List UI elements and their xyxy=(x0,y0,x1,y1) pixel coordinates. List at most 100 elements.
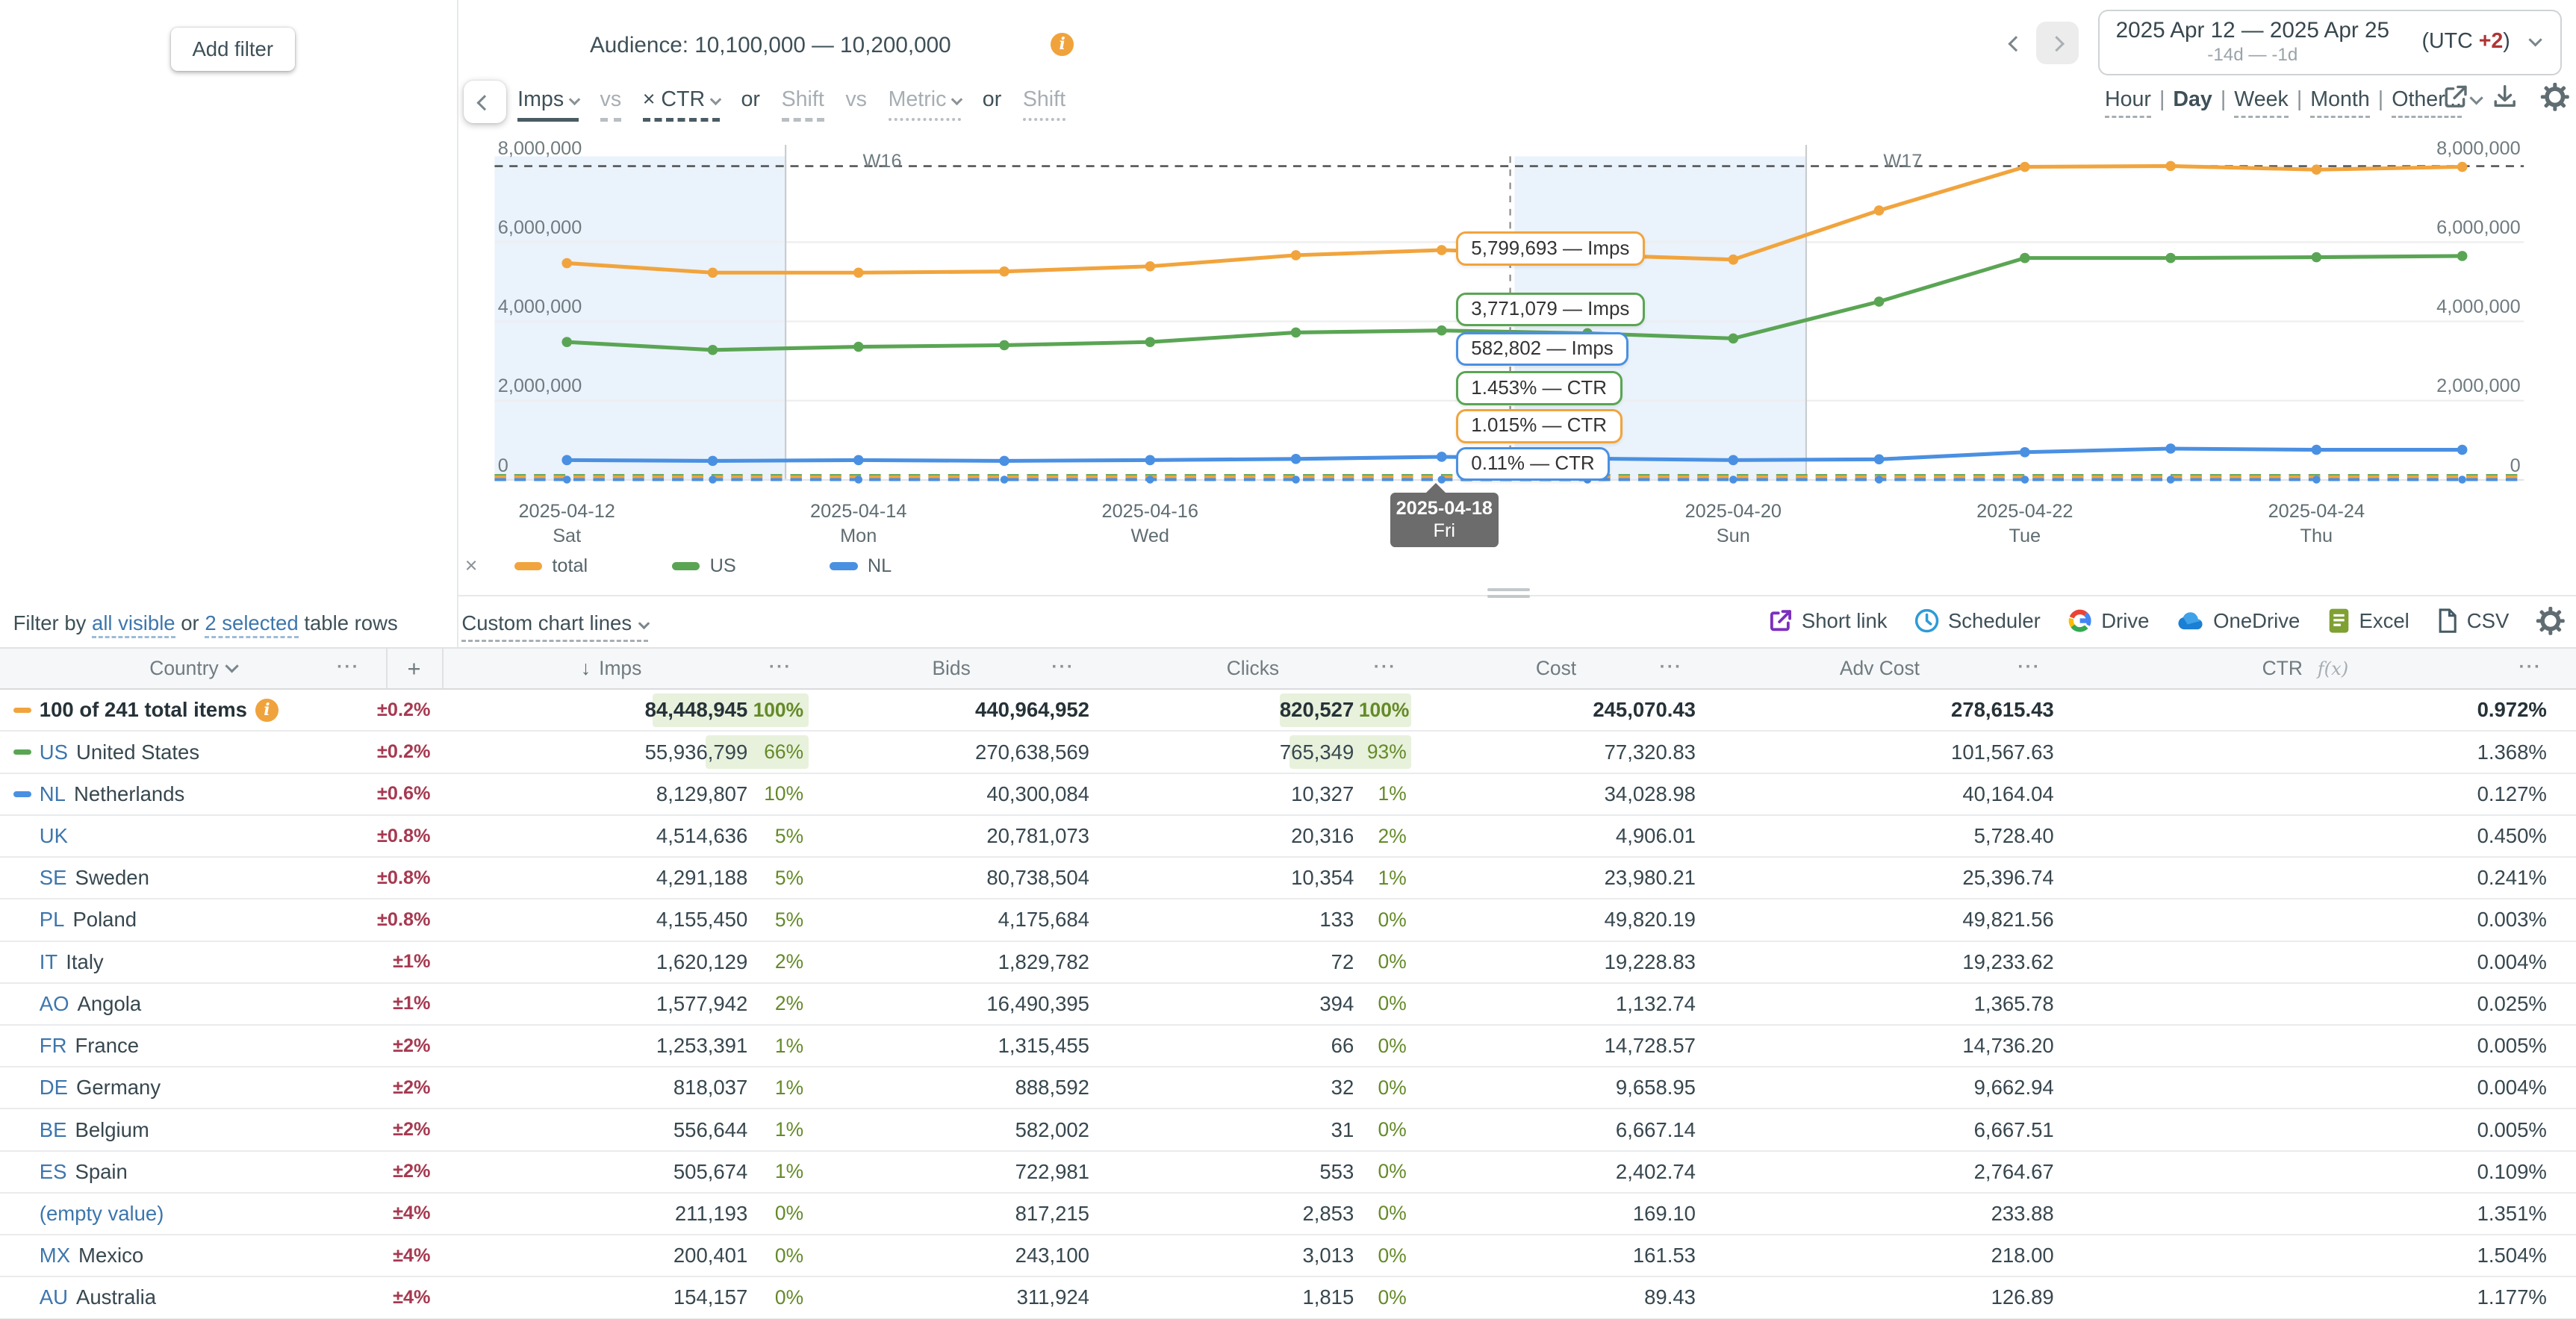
table-row[interactable]: FR France ±2% 1,253,391 1% 1,315,455 66 … xyxy=(0,1026,2576,1067)
table-row[interactable]: DE Germany ±2% 818,037 1% 888,592 32 0% … xyxy=(0,1067,2576,1109)
table-row[interactable]: AO Angola ±1% 1,577,942 2% 16,490,395 39… xyxy=(0,984,2576,1026)
table-row[interactable]: US United States ±0.2% 55,936,799 66% 27… xyxy=(0,732,2576,773)
file-icon xyxy=(2436,608,2459,634)
add-filter-button[interactable]: Add filter xyxy=(171,28,295,70)
clicks-percent: 1% xyxy=(1359,867,1411,890)
granularity-week[interactable]: Week xyxy=(2234,87,2289,119)
granularity-hour[interactable]: Hour xyxy=(2105,87,2151,119)
column-menu-icon[interactable]: ··· xyxy=(769,657,792,678)
filter-by-rows: Filter by all visible or 2 selected tabl… xyxy=(13,611,398,635)
clicks-percent: 0% xyxy=(1359,1286,1411,1309)
date-next-button[interactable] xyxy=(2036,22,2079,64)
table-row[interactable]: NL Netherlands ±0.6% 8,129,807 10% 40,30… xyxy=(0,774,2576,816)
country-code-link[interactable]: ES xyxy=(40,1160,67,1184)
open-new-purple-icon xyxy=(1767,608,1793,634)
custom-chart-lines-dropdown[interactable]: Custom chart lines xyxy=(461,611,648,643)
column-menu-icon[interactable]: ··· xyxy=(337,657,360,678)
legend-item-US[interactable]: US xyxy=(672,555,803,577)
country-code-link[interactable]: PL xyxy=(40,908,65,932)
metric-token-shift[interactable]: Shift xyxy=(782,87,824,122)
x-axis-label: 2025-04-12Sat xyxy=(493,499,641,549)
country-code-link[interactable]: AO xyxy=(40,992,69,1016)
export-drive[interactable]: Drive xyxy=(2067,608,2149,634)
metric-token-ctr[interactable]: × CTR xyxy=(643,87,720,122)
granularity-day[interactable]: Day xyxy=(2173,87,2212,116)
country-code-link[interactable]: DE xyxy=(40,1076,68,1100)
imps-value: 154,157 xyxy=(431,1285,753,1309)
cost-value: 19,228.83 xyxy=(1411,950,1700,974)
column-header-country[interactable]: Country ··· xyxy=(0,649,386,688)
table-row[interactable]: PL Poland ±0.8% 4,155,450 5% 4,175,684 1… xyxy=(0,899,2576,941)
table-row[interactable]: 100 of 241 total items i ±0.2% 84,448,94… xyxy=(0,690,2576,732)
export-onedrive[interactable]: OneDrive xyxy=(2176,608,2300,634)
ctr-value: 0.972% xyxy=(2059,698,2551,722)
country-code-link[interactable]: BE xyxy=(40,1118,67,1142)
column-menu-icon[interactable]: ··· xyxy=(1051,657,1074,678)
chart-back-button[interactable] xyxy=(464,81,506,123)
column-menu-icon[interactable]: ··· xyxy=(2017,657,2041,678)
country-code-link[interactable]: AU xyxy=(40,1285,68,1309)
country-cell: AO Angola xyxy=(0,992,365,1016)
download-icon[interactable] xyxy=(2491,83,2519,110)
metric-token-vs[interactable]: vs xyxy=(845,87,867,119)
time-series-chart[interactable]: 002,000,0002,000,0004,000,0004,000,0006,… xyxy=(458,145,2576,588)
country-code-link[interactable]: MX xyxy=(40,1244,70,1267)
metric-token-metric[interactable]: Metric xyxy=(889,87,962,122)
table-row[interactable]: ES Spain ±2% 505,674 1% 722,981 553 0% 2… xyxy=(0,1152,2576,1194)
table-row[interactable]: AU Australia ±4% 154,157 0% 311,924 1,81… xyxy=(0,1277,2576,1319)
legend-close-icon[interactable]: × xyxy=(465,554,488,579)
column-header-adv-cost[interactable]: Adv Cost ··· xyxy=(1701,649,2059,688)
filter-all-visible-link[interactable]: all visible xyxy=(92,611,175,638)
clicks-cell: 20,316 2% xyxy=(1095,816,1412,856)
imps-cell: 8,129,807 10% xyxy=(431,774,809,814)
metric-token-vs[interactable]: vs xyxy=(600,87,622,122)
country-code-link[interactable]: FR xyxy=(40,1034,67,1058)
country-code-link[interactable]: SE xyxy=(40,866,67,890)
week-marker-label: W17 xyxy=(1883,151,1922,172)
column-header-clicks[interactable]: Clicks ··· xyxy=(1095,649,1412,688)
column-header-bids[interactable]: Bids ··· xyxy=(809,649,1095,688)
column-menu-icon[interactable]: ··· xyxy=(1374,657,1397,678)
row-info-icon[interactable]: i xyxy=(255,699,279,722)
column-header-ctr[interactable]: CTRf(x) ··· xyxy=(2059,649,2551,688)
table-row[interactable]: IT Italy ±1% 1,620,129 2% 1,829,782 72 0… xyxy=(0,942,2576,984)
metric-token-or[interactable]: or xyxy=(983,87,1001,119)
clicks-value: 553 xyxy=(1095,1160,1359,1184)
metric-token-imps[interactable]: Imps xyxy=(517,87,579,122)
resize-drag-handle[interactable] xyxy=(1487,588,1530,602)
legend-item-NL[interactable]: NL xyxy=(830,555,961,577)
column-header-cost[interactable]: Cost ··· xyxy=(1411,649,1700,688)
granularity-month[interactable]: Month xyxy=(2310,87,2369,119)
table-row[interactable]: UK ±0.8% 4,514,636 5% 20,781,073 20,316 … xyxy=(0,816,2576,858)
country-code-link[interactable]: NL xyxy=(40,782,66,806)
country-code-link[interactable]: IT xyxy=(40,950,57,974)
clicks-cell: 1,815 0% xyxy=(1095,1277,1412,1318)
table-row[interactable]: SE Sweden ±0.8% 4,291,188 5% 80,738,504 … xyxy=(0,858,2576,899)
filter-selected-link[interactable]: 2 selected xyxy=(205,611,298,638)
column-menu-icon[interactable]: ··· xyxy=(2519,657,2542,678)
export-short-link[interactable]: Short link xyxy=(1767,608,1888,634)
table-row[interactable]: (empty value) ±4% 211,193 0% 817,215 2,8… xyxy=(0,1194,2576,1235)
table-row[interactable]: MX Mexico ±4% 200,401 0% 243,100 3,013 0… xyxy=(0,1235,2576,1277)
export-excel[interactable]: Excel xyxy=(2327,608,2409,634)
export-scheduler[interactable]: Scheduler xyxy=(1914,608,2041,634)
metric-token-shift[interactable]: Shift xyxy=(1023,87,1065,122)
legend-item-total[interactable]: total xyxy=(514,555,646,577)
country-cell: BE Belgium xyxy=(0,1118,365,1142)
column-header-imps[interactable]: ↓Imps ··· xyxy=(414,649,809,688)
country-code-link[interactable]: US xyxy=(40,740,68,764)
audience-info-icon[interactable]: i xyxy=(1051,33,1074,56)
export-csv[interactable]: CSV xyxy=(2436,608,2509,634)
open-in-new-icon[interactable] xyxy=(2442,83,2469,110)
error-margin: ±0.2% xyxy=(365,741,431,763)
gear-icon[interactable] xyxy=(2536,606,2566,636)
date-prev-button[interactable] xyxy=(2000,26,2032,59)
column-menu-icon[interactable]: ··· xyxy=(1660,657,1683,678)
chart-panel: Audience: 10,100,000 — 10,200,000 i 2025… xyxy=(458,0,2576,647)
metric-token-or[interactable]: or xyxy=(741,87,760,119)
error-margin: ±2% xyxy=(365,1161,431,1182)
table-row[interactable]: BE Belgium ±2% 556,644 1% 582,002 31 0% … xyxy=(0,1109,2576,1151)
gear-icon[interactable] xyxy=(2540,82,2570,112)
date-range-picker[interactable]: 2025 Apr 12 — 2025 Apr 25 -14d — -1d (UT… xyxy=(2098,10,2562,75)
country-code-link[interactable]: UK xyxy=(40,824,68,848)
